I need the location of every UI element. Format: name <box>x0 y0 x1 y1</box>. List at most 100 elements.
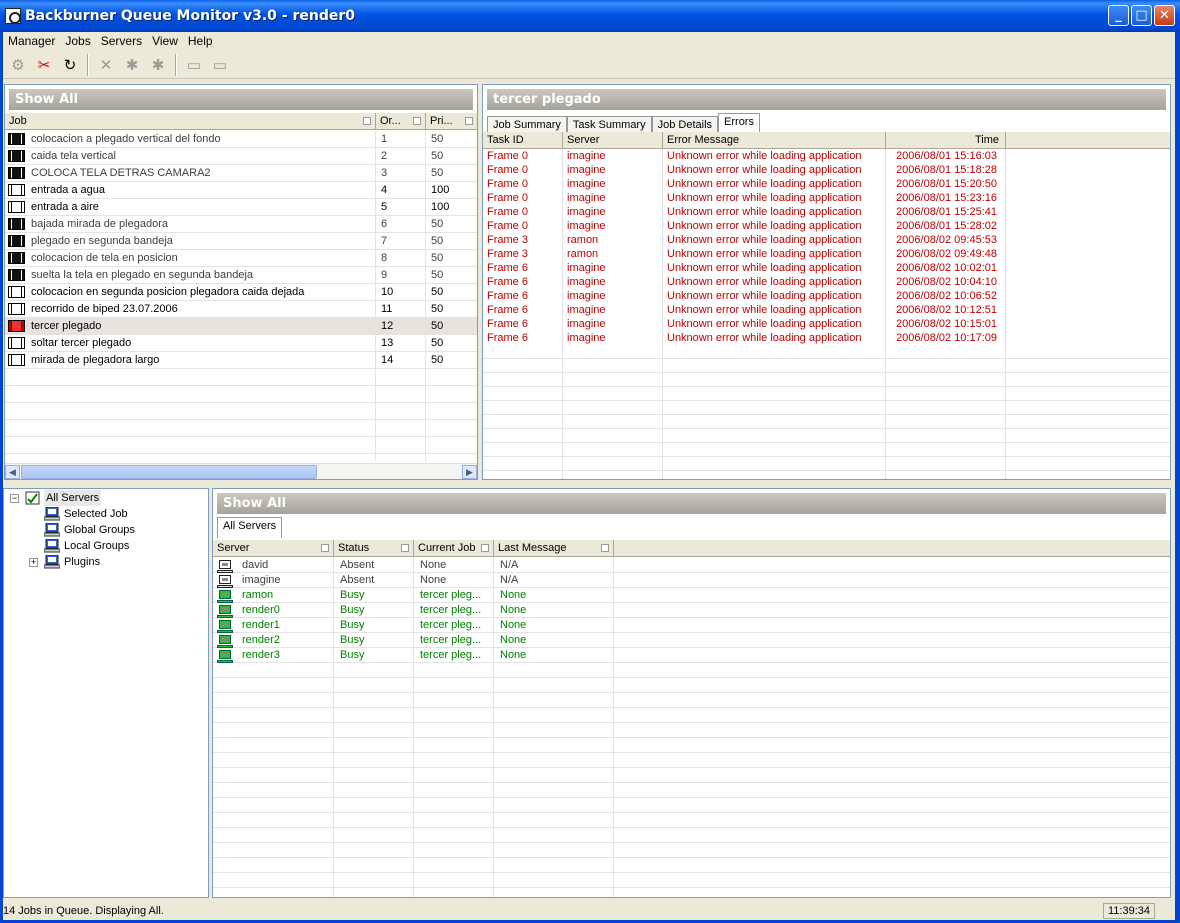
table-row[interactable]: Frame 3 ramon Unknown error while loading … <box>483 247 1170 261</box>
tree-all-servers[interactable]: All Servers <box>44 490 102 506</box>
table-row[interactable]: recorrido de biped 23.07.2006 11 50 <box>5 301 477 318</box>
table-row[interactable]: plegado en segunda bandeja 7 50 <box>5 233 477 250</box>
table-row[interactable]: Frame 0 imagine Unknown error while loadin… <box>483 163 1170 177</box>
table-row[interactable]: ramon Busy tercer pleg... None <box>213 588 1170 603</box>
error-server: imagine <box>567 150 606 162</box>
connect-icon[interactable]: ⚙ <box>6 53 30 77</box>
table-row[interactable]: Frame 0 imagine Unknown error while loadin… <box>483 219 1170 233</box>
table-row[interactable]: render2 Busy tercer pleg... None <box>213 633 1170 648</box>
server-server: render2 <box>242 634 280 646</box>
activate-icon[interactable]: ✱ <box>120 53 144 77</box>
col-error-message[interactable]: Error Message <box>663 132 886 149</box>
col-order[interactable]: Or... <box>376 113 426 130</box>
menu-jobs[interactable]: Jobs <box>60 34 95 48</box>
table-row[interactable]: render1 Busy tercer pleg... None <box>213 618 1170 633</box>
server-message: N/A <box>500 574 519 586</box>
col-current-job[interactable]: Current Job <box>414 540 494 557</box>
table-row[interactable]: COLOCA TELA DETRAS CAMARA2 3 50 <box>5 165 477 182</box>
table-row[interactable]: Frame 0 imagine Unknown error while loadin… <box>483 177 1170 191</box>
table-row[interactable]: imagine Absent None N/A <box>213 573 1170 588</box>
table-row[interactable]: Frame 0 imagine Unknown error while loadin… <box>483 191 1170 205</box>
server-status: Absent <box>340 574 375 586</box>
table-row[interactable]: bajada mirada de plegadora 6 50 <box>5 216 477 233</box>
tree-plugins[interactable]: Plugins <box>64 554 100 570</box>
jobs-hscrollbar[interactable]: ◀ ▶ <box>5 463 477 479</box>
table-row[interactable]: render3 Busy tercer pleg... None <box>213 648 1170 663</box>
menu-servers[interactable]: Servers <box>96 34 147 48</box>
errors-list: Frame 0 imagine Unknown error while loadin… <box>483 149 1170 479</box>
table-row[interactable]: Frame 6 imagine Unknown error while loadin… <box>483 275 1170 289</box>
col-job[interactable]: Job <box>5 113 376 130</box>
table-row[interactable]: Frame 0 imagine Unknown error while loadin… <box>483 149 1170 163</box>
table-row[interactable]: colocacion a plegado vertical del fondo 1… <box>5 131 477 148</box>
col-priority[interactable]: Pri... <box>426 113 477 130</box>
empty-row <box>213 843 1170 858</box>
menu-view[interactable]: View <box>147 34 183 48</box>
table-row[interactable]: mirada de plegadora largo 14 50 <box>5 352 477 369</box>
job-priority: 50 <box>431 167 444 179</box>
table-row[interactable]: colocacion de tela en posicion 8 50 <box>5 250 477 267</box>
scroll-left-icon[interactable]: ◀ <box>5 465 20 479</box>
menu-manager[interactable]: Manager <box>3 34 60 48</box>
table-row[interactable]: Frame 3 ramon Unknown error while loading … <box>483 233 1170 247</box>
col-server[interactable]: Server <box>563 132 663 149</box>
table-row[interactable]: colocacion en segunda posicion plegadora… <box>5 284 477 301</box>
table-row[interactable]: soltar tercer plegado 13 50 <box>5 335 477 352</box>
table-row[interactable]: Frame 6 imagine Unknown error while loadin… <box>483 331 1170 345</box>
film-icon <box>8 184 25 196</box>
table-row[interactable]: Frame 6 imagine Unknown error while loadin… <box>483 261 1170 275</box>
close-button[interactable]: ✕ <box>1154 5 1175 26</box>
table-row[interactable]: render0 Busy tercer pleg... None <box>213 603 1170 618</box>
server-icon <box>216 575 234 589</box>
scroll-thumb[interactable] <box>21 465 317 479</box>
deactivate-icon[interactable]: ✱ <box>146 53 170 77</box>
table-row[interactable]: Frame 6 imagine Unknown error while loadin… <box>483 317 1170 331</box>
error-message: Unknown error while loading application <box>667 234 862 246</box>
delete-icon[interactable]: ✕ <box>94 53 118 77</box>
error-task: Frame 6 <box>487 318 528 330</box>
tree-selected-job[interactable]: Selected Job <box>64 506 128 522</box>
table-row[interactable]: Frame 6 imagine Unknown error while loadin… <box>483 303 1170 317</box>
table-row[interactable]: entrada a aire 5 100 <box>5 199 477 216</box>
table-row[interactable]: david Absent None N/A <box>213 558 1170 573</box>
col-task-id[interactable]: Task ID <box>483 132 563 149</box>
server-icon[interactable]: ▭ <box>182 53 206 77</box>
col-empty <box>1006 132 1170 149</box>
toolbar: ⚙ ✂ ↻ ✕ ✱ ✱ ▭ ▭ <box>3 51 1175 79</box>
tab-all-servers[interactable]: All Servers <box>217 517 283 538</box>
refresh-icon[interactable]: ↻ <box>58 53 82 77</box>
table-row[interactable]: Frame 6 imagine Unknown error while loadin… <box>483 289 1170 303</box>
col-server-name[interactable]: Server <box>213 540 334 557</box>
film-icon <box>8 303 25 315</box>
collapse-icon[interactable]: − <box>10 494 19 503</box>
title-bar[interactable]: Backburner Queue Monitor v3.0 - render0 … <box>0 0 1180 32</box>
table-row[interactable]: entrada a agua 4 100 <box>5 182 477 199</box>
error-server: ramon <box>567 234 599 246</box>
server-icon <box>43 522 61 537</box>
minimize-button[interactable]: _ <box>1108 5 1129 26</box>
job-name: colocacion a plegado vertical del fondo <box>31 133 221 145</box>
tree-global-groups[interactable]: Global Groups <box>64 522 135 538</box>
empty-row <box>213 858 1170 873</box>
server-status: Busy <box>340 604 365 616</box>
job-priority: 50 <box>431 320 444 332</box>
empty-row <box>213 873 1170 888</box>
server-group-icon[interactable]: ▭ <box>208 53 232 77</box>
table-row[interactable]: Frame 0 imagine Unknown error while loadin… <box>483 205 1170 219</box>
maximize-button[interactable]: □ <box>1131 5 1152 26</box>
menu-help[interactable]: Help <box>183 34 218 48</box>
col-time[interactable]: Time <box>886 132 1006 149</box>
error-task: Frame 0 <box>487 178 528 190</box>
error-server: imagine <box>567 276 606 288</box>
table-row[interactable]: tercer plegado 12 50 <box>5 318 477 335</box>
scroll-right-icon[interactable]: ▶ <box>462 465 477 479</box>
server-message: None <box>500 589 527 601</box>
tree-local-groups[interactable]: Local Groups <box>64 538 129 554</box>
table-row[interactable]: caida tela vertical 2 50 <box>5 148 477 165</box>
col-last-message[interactable]: Last Message <box>494 540 614 557</box>
disconnect-icon[interactable]: ✂ <box>32 53 56 77</box>
col-status[interactable]: Status <box>334 540 414 557</box>
expand-icon[interactable]: + <box>29 558 38 567</box>
tab-errors[interactable]: Errors <box>718 113 760 134</box>
table-row[interactable]: suelta la tela en plegado en segunda ban… <box>5 267 477 284</box>
